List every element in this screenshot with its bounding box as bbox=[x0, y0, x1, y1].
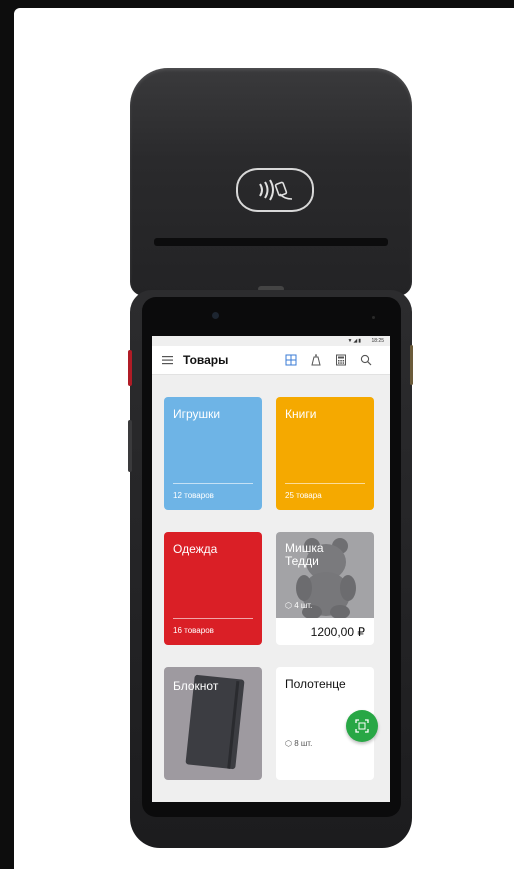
side-button-volume[interactable] bbox=[128, 420, 132, 472]
box-icon: ⬡ bbox=[285, 601, 295, 610]
product-tile-teddy-bear[interactable]: Мишка Тедди ⬡ 4 шт. 1200,00 ₽ bbox=[276, 532, 374, 645]
app-bar: Товары bbox=[152, 346, 390, 375]
scan-barcode-button[interactable] bbox=[346, 710, 378, 742]
screen: ▼◢▮ 18:25 Товары Игрушки 12 товаров Книг… bbox=[152, 336, 390, 802]
side-button-red[interactable] bbox=[128, 350, 132, 386]
calculator-icon[interactable] bbox=[335, 354, 347, 366]
status-bar: ▼◢▮ 18:25 bbox=[152, 336, 390, 346]
tile-count: 12 товаров bbox=[173, 491, 214, 500]
product-grid: Игрушки 12 товаров Книги 25 товара Одежд… bbox=[152, 374, 390, 802]
side-button-right[interactable] bbox=[410, 345, 413, 385]
tile-name: Книги bbox=[285, 407, 317, 421]
receipt-printer bbox=[130, 68, 412, 296]
divider bbox=[173, 618, 253, 619]
tile-name: Игрушки bbox=[173, 407, 221, 421]
menu-icon[interactable] bbox=[162, 355, 173, 365]
tile-count: 16 товаров bbox=[173, 626, 214, 635]
tile-name: Блокнот bbox=[173, 679, 219, 693]
status-time: 18:25 bbox=[371, 338, 384, 344]
front-camera bbox=[212, 312, 219, 319]
tile-count: 25 товара bbox=[285, 491, 322, 500]
tile-name: Полотенце bbox=[285, 677, 346, 691]
product-tile-notebook[interactable]: Блокнот bbox=[164, 667, 262, 780]
stock-count: ⬡ 4 шт. bbox=[285, 601, 313, 610]
scale-icon[interactable] bbox=[310, 354, 322, 366]
paper-slot bbox=[154, 238, 388, 246]
tile-name: Мишка Тедди bbox=[285, 541, 324, 568]
divider bbox=[173, 483, 253, 484]
category-tile-toys[interactable]: Игрушки 12 товаров bbox=[164, 397, 262, 510]
search-icon[interactable] bbox=[360, 354, 372, 366]
stock-count: ⬡ 8 шт. bbox=[285, 739, 313, 748]
grid-view-icon[interactable] bbox=[285, 354, 297, 366]
divider bbox=[285, 483, 365, 484]
box-icon: ⬡ bbox=[285, 739, 295, 748]
category-tile-clothes[interactable]: Одежда 16 товаров bbox=[164, 532, 262, 645]
category-tile-books[interactable]: Книги 25 товара bbox=[276, 397, 374, 510]
product-price: 1200,00 ₽ bbox=[310, 625, 365, 639]
contactless-payment-icon bbox=[236, 168, 314, 212]
status-icons: ▼◢▮ bbox=[347, 338, 362, 344]
page-title: Товары bbox=[183, 353, 229, 367]
tile-name: Одежда bbox=[173, 542, 218, 556]
barcode-scan-icon bbox=[355, 719, 369, 733]
proximity-sensor bbox=[372, 316, 375, 319]
